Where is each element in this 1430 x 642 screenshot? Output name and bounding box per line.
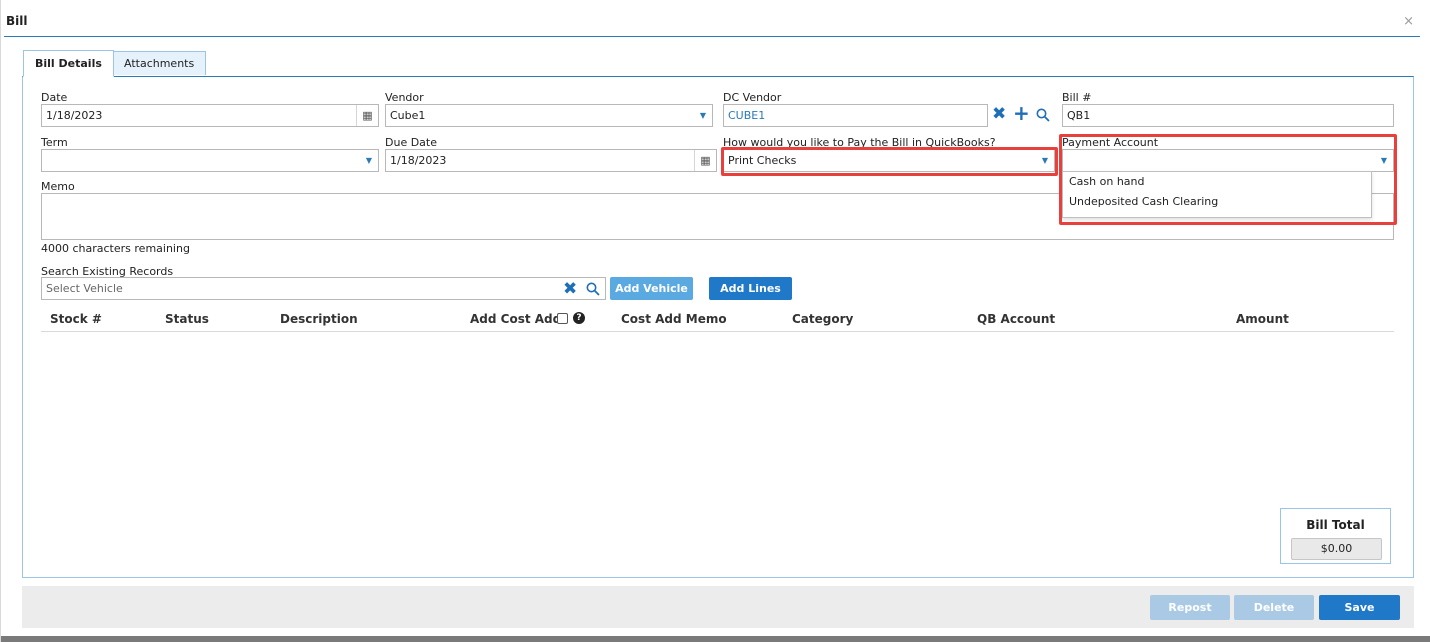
dc-vendor-field[interactable]: CUBE1 xyxy=(723,104,988,127)
table-header-divider xyxy=(41,331,1394,332)
tab-bill-details[interactable]: Bill Details xyxy=(23,50,114,77)
delete-button[interactable]: Delete xyxy=(1234,595,1314,620)
bill-number-label: Bill # xyxy=(1062,91,1092,104)
due-date-label: Due Date xyxy=(385,136,437,149)
column-status: Status xyxy=(165,312,209,326)
help-icon[interactable]: ? xyxy=(573,312,585,324)
dc-vendor-label: DC Vendor xyxy=(723,91,782,104)
pay-method-highlight xyxy=(721,147,1058,176)
chars-remaining: 4000 characters remaining xyxy=(41,242,190,255)
column-cost-add-memo: Cost Add Memo xyxy=(621,312,727,326)
term-select[interactable]: ▼ xyxy=(41,149,379,172)
bill-total-box: Bill Total $0.00 xyxy=(1280,508,1391,564)
due-date-field[interactable]: 1/18/2023 ▦ xyxy=(385,149,717,172)
term-label: Term xyxy=(41,136,68,149)
memo-label: Memo xyxy=(41,180,75,193)
payment-account-highlight xyxy=(1059,134,1397,225)
chevron-down-icon: ▼ xyxy=(699,111,706,120)
vehicle-search-input[interactable]: Select Vehicle xyxy=(41,277,606,300)
bill-number-input[interactable]: QB1 xyxy=(1062,104,1394,127)
search-icon[interactable] xyxy=(586,282,600,296)
vendor-select[interactable]: Cube1 ▼ xyxy=(385,104,713,127)
date-value: 1/18/2023 xyxy=(46,109,103,122)
bill-number-value: QB1 xyxy=(1067,109,1091,122)
vendor-label: Vendor xyxy=(385,91,424,104)
add-vehicle-button[interactable]: Add Vehicle xyxy=(610,277,693,300)
bill-dialog: Bill × Bill Details Attachments Date 1/1… xyxy=(0,0,1430,642)
column-description: Description xyxy=(280,312,358,326)
bill-total-label: Bill Total xyxy=(1306,518,1365,532)
tab-attachments[interactable]: Attachments xyxy=(112,51,207,75)
add-lines-button[interactable]: Add Lines xyxy=(709,277,792,300)
title-divider xyxy=(4,36,1420,37)
vehicle-search-placeholder: Select Vehicle xyxy=(46,282,123,295)
column-stock: Stock # xyxy=(50,312,102,326)
column-category: Category xyxy=(792,312,854,326)
add-cost-add-checkbox[interactable] xyxy=(557,313,568,324)
close-icon[interactable]: × xyxy=(1403,14,1414,29)
clear-icon[interactable]: ✖ xyxy=(563,279,577,299)
column-qb-account: QB Account xyxy=(977,312,1056,326)
due-date-value: 1/18/2023 xyxy=(390,154,447,167)
column-add-cost-add: Add Cost Add xyxy=(470,312,562,326)
search-icon[interactable] xyxy=(1036,108,1050,122)
clear-icon[interactable]: ✖ xyxy=(992,104,1006,124)
column-amount: Amount xyxy=(1236,312,1289,326)
dc-vendor-value: CUBE1 xyxy=(728,109,766,122)
date-field[interactable]: 1/18/2023 ▦ xyxy=(41,104,379,127)
add-icon[interactable]: + xyxy=(1013,101,1030,125)
repost-button[interactable]: Repost xyxy=(1150,595,1230,620)
save-button[interactable]: Save xyxy=(1319,595,1400,620)
window-bottom-border xyxy=(1,636,1430,642)
dialog-title: Bill xyxy=(6,14,28,28)
date-label: Date xyxy=(41,91,68,104)
bill-total-value: $0.00 xyxy=(1291,538,1382,560)
calendar-icon[interactable]: ▦ xyxy=(356,105,378,126)
calendar-icon[interactable]: ▦ xyxy=(694,150,716,171)
chevron-down-icon: ▼ xyxy=(365,156,372,165)
vendor-value: Cube1 xyxy=(390,109,426,122)
